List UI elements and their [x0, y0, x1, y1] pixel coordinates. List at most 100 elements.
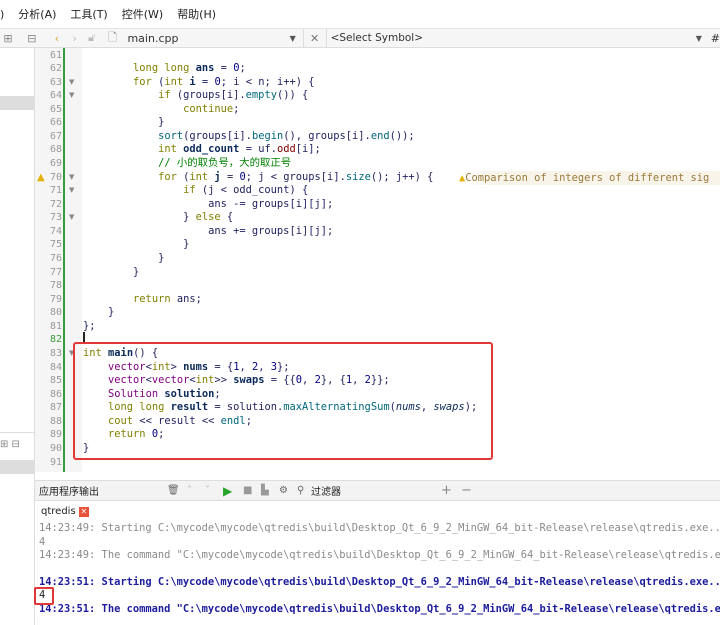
split-icon[interactable]: ⊞: [0, 29, 16, 47]
highlight-box: [73, 342, 493, 460]
code-line[interactable]: if (groups[i].empty()) {: [83, 89, 308, 103]
fold-toggle-icon[interactable]: ▼: [69, 171, 74, 185]
line-number: 67: [49, 130, 62, 142]
code-token: }: [83, 252, 165, 265]
forward-icon[interactable]: ›: [66, 29, 84, 47]
line-number: 76: [49, 253, 62, 265]
code-line[interactable]: sort(groups[i].begin(), groups[i].end())…: [83, 130, 415, 144]
code-token: ; j < groups[i].: [245, 170, 346, 183]
code-line[interactable]: }: [83, 238, 189, 252]
down-icon[interactable]: ˅: [205, 485, 223, 496]
code-token: ;: [239, 62, 246, 75]
sidebar-selected-item[interactable]: [0, 460, 34, 474]
line-number: 78: [49, 280, 62, 292]
code-token: }: [83, 265, 140, 278]
code-line[interactable]: int odd_count = uf.odd[i];: [83, 143, 321, 157]
line-number: 89: [49, 429, 62, 441]
fold-toggle-icon[interactable]: ▼: [69, 184, 74, 198]
output-line: 14:23:49: Starting C:\mycode\mycode\qtre…: [39, 522, 720, 534]
code-line[interactable]: if (j < odd_count) {: [83, 184, 308, 198]
output-log[interactable]: 14:23:49: Starting C:\mycode\mycode\qtre…: [35, 520, 720, 625]
code-token: if: [158, 89, 171, 102]
code-line[interactable]: }: [83, 116, 164, 130]
clear-icon[interactable]: 🗑︎: [167, 485, 187, 496]
code-line[interactable]: }: [83, 252, 164, 266]
line-number: 61: [49, 49, 62, 61]
left-sidebar: ⊞ ⊟: [0, 48, 35, 625]
code-line[interactable]: }: [83, 306, 114, 320]
chevron-down-icon[interactable]: ▼: [287, 29, 299, 47]
menu-item-help[interactable]: 帮助(H): [177, 6, 216, 22]
output-line: 14:23:51: Starting C:\mycode\mycode\qtre…: [39, 576, 720, 588]
menu-item-tools[interactable]: 工具(T): [70, 6, 107, 22]
menu-item-prev[interactable]: ): [0, 8, 4, 21]
code-line[interactable]: long long ans = 0;: [83, 62, 246, 76]
code-token: for: [158, 170, 177, 183]
line-number: 75: [49, 239, 62, 251]
output-tab-qtredis[interactable]: qtredis ✕: [41, 506, 89, 517]
close-tab-icon[interactable]: ✕: [78, 506, 89, 517]
code-line[interactable]: return ans;: [83, 293, 202, 307]
code-token: ans += groups[i][j];: [83, 224, 334, 237]
line-number: 79: [49, 293, 62, 305]
code-token: (); j++) {: [370, 170, 434, 183]
output-line: 4: [39, 535, 46, 548]
code-line[interactable]: // 小的取负号，大的取正号: [83, 157, 291, 171]
settings-icon[interactable]: ⚙: [279, 485, 297, 496]
warning-icon[interactable]: ▲: [37, 171, 45, 185]
toolbar-extra[interactable]: #: [711, 32, 720, 45]
code-token: (: [151, 75, 165, 88]
code-token: ;: [233, 102, 240, 115]
code-token: odd_count: [183, 143, 240, 156]
chevron-down-icon[interactable]: ▼: [693, 29, 705, 47]
sidebar-selected-item[interactable]: [0, 96, 34, 110]
menu-item-widgets[interactable]: 控件(W): [122, 6, 163, 22]
fold-toggle-icon[interactable]: ▼: [69, 89, 74, 103]
line-number: 73: [49, 212, 62, 224]
symbol-selector[interactable]: <Select Symbol>: [331, 32, 693, 44]
code-token: {: [220, 211, 234, 224]
sidebar-pane-icons[interactable]: ⊞ ⊟: [0, 439, 34, 453]
file-icon: 🗋: [108, 30, 117, 44]
code-token: long long: [133, 62, 190, 75]
code-token: if: [183, 184, 196, 197]
code-line[interactable]: for (int j = 0; j < groups[i].size(); j+…: [83, 171, 433, 185]
code-token: (j < odd_count) {: [195, 184, 309, 197]
code-token: end: [370, 129, 390, 142]
code-line[interactable]: ans -= groups[i][j];: [83, 198, 333, 212]
editor-toolbar: ⊞ ⊟ ‹ › 🔓︎ 🗋 main.cpp ▼ ✕ <Select Symbol…: [0, 28, 720, 48]
code-token: continue: [183, 102, 234, 115]
code-token: odd: [276, 143, 296, 156]
stop-icon[interactable]: ■: [243, 485, 261, 496]
output-tab-label: qtredis: [41, 505, 76, 517]
code-token: [i];: [295, 143, 321, 156]
code-editor[interactable]: 61 62 long long ans = 0; 63 ▼ for (int i = …: [35, 48, 720, 472]
code-line[interactable]: for (int i = 0; i < n; i++) {: [83, 76, 315, 90]
fold-toggle-icon[interactable]: ▼: [69, 211, 74, 225]
back-icon[interactable]: ‹: [48, 29, 66, 47]
line-number: 81: [49, 320, 62, 332]
zoom-in-button[interactable]: +: [441, 483, 461, 498]
run-icon[interactable]: ▶: [223, 484, 243, 498]
collapse-icon[interactable]: ⊟: [22, 29, 42, 47]
code-line[interactable]: continue;: [83, 103, 239, 117]
code-token: =: [195, 75, 215, 88]
code-line[interactable]: } else {: [83, 211, 233, 225]
code-line[interactable]: };: [83, 320, 96, 334]
close-icon[interactable]: ✕: [308, 29, 322, 47]
menu-item-analyze[interactable]: 分析(A): [18, 6, 56, 22]
fold-toggle-icon[interactable]: ▼: [69, 76, 74, 90]
zoom-out-button[interactable]: −: [461, 483, 481, 498]
attach-icon[interactable]: ▙: [261, 485, 279, 496]
code-token: empty: [245, 89, 277, 102]
up-icon[interactable]: ˄: [187, 485, 205, 496]
code-line[interactable]: }: [83, 266, 139, 280]
lock-icon: 🔓︎: [88, 31, 96, 44]
filter-input[interactable]: 过滤器: [311, 483, 441, 498]
code-token: =: [214, 62, 234, 75]
line-number: 64: [49, 90, 62, 102]
code-line[interactable]: ans += groups[i][j];: [83, 225, 333, 239]
file-selector[interactable]: main.cpp: [127, 32, 286, 45]
code-token: };: [83, 319, 96, 332]
